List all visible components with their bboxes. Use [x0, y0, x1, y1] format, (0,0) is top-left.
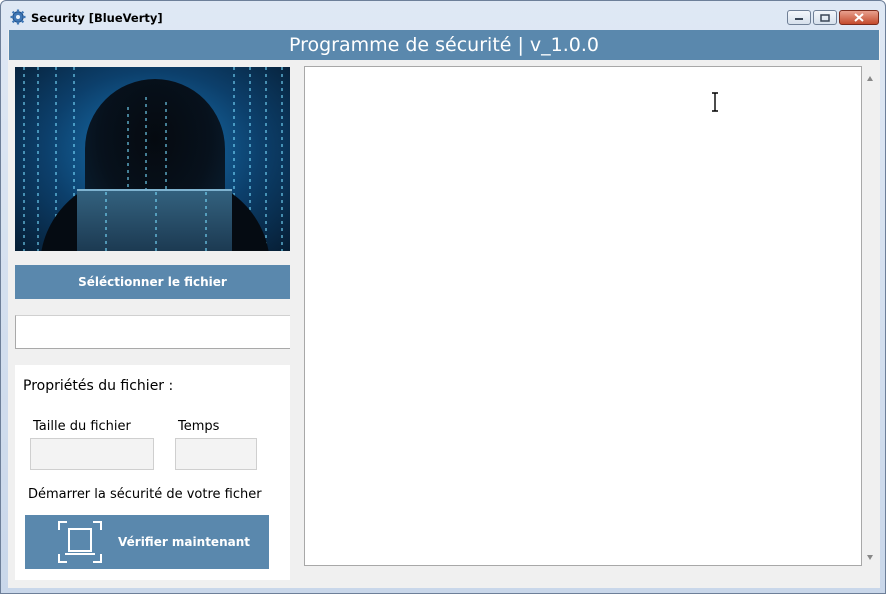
verify-now-button[interactable]: Vérifier maintenant: [25, 515, 269, 569]
file-properties-panel: Propriétés du fichier : Taille du fichie…: [15, 365, 290, 580]
title-bar: Security [BlueVerty]: [1, 1, 885, 31]
scan-icon: [58, 521, 102, 563]
text-cursor-icon: [712, 92, 718, 112]
client-area: Programme de sécurité | v_1.0.0 Séléctio…: [8, 30, 880, 588]
verify-now-label: Vérifier maintenant: [118, 535, 250, 549]
app-window: Security [BlueVerty] Programme de sécuri…: [0, 0, 886, 594]
minimize-icon: [795, 17, 803, 20]
start-security-text: Démarrer la sécurité de votre ficher: [28, 487, 262, 502]
output-textarea[interactable]: [304, 66, 862, 566]
scroll-up-arrow-icon[interactable]: [867, 76, 873, 81]
window-title: Security [BlueVerty]: [31, 11, 163, 25]
gear-icon: [10, 9, 26, 25]
hacker-image: [15, 67, 290, 251]
time-label: Temps: [178, 419, 220, 434]
minimize-button[interactable]: [787, 10, 811, 25]
file-size-field: [30, 438, 154, 470]
window-controls: [787, 10, 879, 25]
scroll-down-arrow-icon[interactable]: [867, 555, 873, 560]
close-icon: [854, 13, 864, 22]
output-scrollbar[interactable]: [863, 67, 878, 565]
select-file-button[interactable]: Séléctionner le fichier: [15, 265, 290, 299]
file-size-label: Taille du fichier: [33, 419, 131, 434]
page-title: Programme de sécurité | v_1.0.0: [9, 30, 879, 60]
close-button[interactable]: [839, 10, 879, 25]
maximize-button[interactable]: [813, 10, 837, 25]
maximize-icon: [820, 13, 830, 22]
file-path-field[interactable]: [15, 315, 290, 349]
time-field: [175, 438, 257, 470]
properties-title: Propriétés du fichier :: [23, 378, 174, 394]
